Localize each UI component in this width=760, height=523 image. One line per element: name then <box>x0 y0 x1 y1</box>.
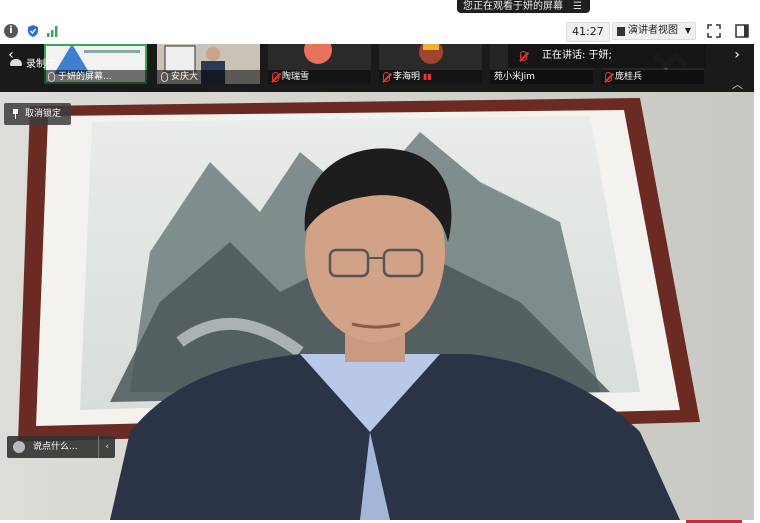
meeting-timer: 41:27 <box>566 22 610 42</box>
participant-tile[interactable]: 于妍的屏幕... <box>44 44 147 84</box>
recording-label: 录制中 <box>26 59 56 70</box>
participant-name-bar: 李海明 ▮▮ <box>379 70 482 84</box>
shield-icon[interactable] <box>26 24 40 38</box>
microphone-muted-icon <box>605 72 612 82</box>
info-icon[interactable]: i <box>4 24 18 38</box>
share-banner-text: 您正在观看于妍的屏幕 <box>463 1 563 12</box>
cloud-record-icon <box>10 59 22 66</box>
participant-name: 苑小米Jim <box>494 72 535 82</box>
participant-name-bar: 于妍的屏幕... <box>44 70 147 84</box>
microphone-muted-icon <box>520 51 527 61</box>
view-mode-dropdown[interactable]: 演讲者视图 ▼ <box>612 22 696 40</box>
unlock-pin-button[interactable]: 取消锁定 <box>4 103 72 125</box>
chat-placeholder: 说点什么... <box>33 442 78 452</box>
collapse-strip-icon[interactable]: ︿ <box>732 76 743 92</box>
participant-name: 李海明 <box>393 72 421 82</box>
chat-input[interactable]: 说点什么... ‹ <box>7 436 115 458</box>
participant-name-bar: 安庆大 <box>157 70 260 84</box>
recording-indicator: 录制中 <box>10 55 56 70</box>
unlock-pin-label: 取消锁定 <box>25 109 62 119</box>
active-speaker-banner: 正在讲话: 于妍; <box>508 44 706 68</box>
share-banner: 您正在观看于妍的屏幕 ☰ <box>457 0 590 13</box>
signal-icon[interactable] <box>46 24 60 38</box>
participant-name: 安庆大 <box>171 72 199 82</box>
view-mode-label: 演讲者视图 <box>628 25 678 36</box>
pin-icon <box>13 109 18 119</box>
side-panel-icon[interactable] <box>734 23 750 39</box>
microphone-muted-icon <box>383 72 390 82</box>
banner-menu-icon[interactable]: ☰ <box>573 0 582 13</box>
participant-tile[interactable]: 安庆大 <box>157 44 260 84</box>
emoji-icon[interactable] <box>13 441 25 453</box>
participant-name: 庞桂兵 <box>615 72 643 82</box>
microphone-muted-icon <box>272 72 279 82</box>
participant-name: 陶瑞雪 <box>282 72 310 82</box>
fullscreen-icon[interactable] <box>706 23 722 39</box>
strip-next-button[interactable]: › <box>728 44 746 70</box>
participant-tile[interactable]: 陶瑞雪 <box>268 44 371 84</box>
participant-name-bar: 苑小米Jim <box>490 70 593 84</box>
participant-tile[interactable]: 李海明 ▮▮ <box>379 44 482 84</box>
participant-name: 于妍的屏幕... <box>58 72 112 82</box>
participant-name-bar: 陶瑞雪 <box>268 70 371 84</box>
microphone-icon <box>161 72 168 82</box>
chevron-down-icon: ▼ <box>684 26 691 35</box>
chat-collapse-icon[interactable]: ‹ <box>98 436 115 458</box>
microphone-icon <box>48 72 55 82</box>
participant-name-bar: 庞桂兵 <box>601 70 704 84</box>
speaker-view-icon <box>617 26 625 36</box>
active-speaker-label: 正在讲话: 于妍; <box>542 50 612 61</box>
top-toolbar: i 您正在观看于妍的屏幕 ☰ 41:27 演讲者视图 ▼ <box>0 0 760 44</box>
audio-level-icon: ▮▮ <box>423 72 432 81</box>
